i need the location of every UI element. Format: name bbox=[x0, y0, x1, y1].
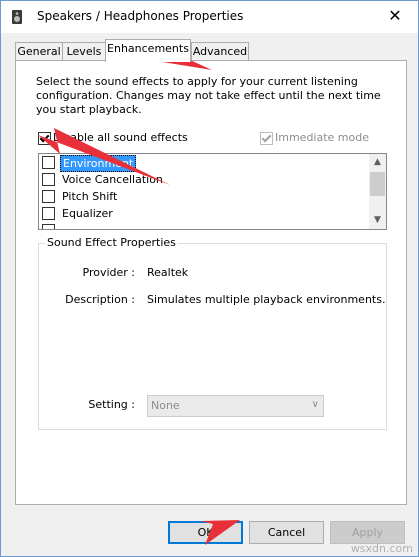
close-button[interactable]: ✕ bbox=[372, 1, 418, 33]
tab-levels[interactable]: Levels bbox=[62, 42, 106, 61]
environment-checkbox[interactable] bbox=[42, 156, 55, 169]
list-item-environment[interactable]: Environment bbox=[39, 154, 369, 172]
tab-strip: General Levels Enhancements Advanced bbox=[15, 39, 407, 62]
list-item-label: Environment bbox=[60, 155, 137, 172]
disable-all-label[interactable]: Disable all sound effects bbox=[53, 131, 188, 144]
setting-select-value: None bbox=[151, 399, 180, 412]
description-value: Simulates multiple playback environments… bbox=[147, 293, 386, 306]
cancel-button[interactable]: Cancel bbox=[249, 521, 324, 544]
tab-advanced[interactable]: Advanced bbox=[191, 42, 249, 61]
window-title: Speakers / Headphones Properties bbox=[37, 9, 244, 23]
properties-dialog: Speakers / Headphones Properties ✕ Gener… bbox=[0, 0, 419, 557]
setting-label: Setting : bbox=[88, 398, 135, 411]
title-bar: Speakers / Headphones Properties ✕ bbox=[1, 1, 418, 33]
equalizer-checkbox[interactable] bbox=[42, 207, 55, 220]
enhancements-description: Select the sound effects to apply for yo… bbox=[36, 75, 381, 116]
chevron-down-icon: ∨ bbox=[311, 399, 319, 410]
disable-all-checkbox[interactable] bbox=[38, 132, 51, 145]
sound-effect-properties-group: Sound Effect Properties Provider : Realt… bbox=[38, 236, 387, 430]
immediate-mode-checkbox[interactable] bbox=[260, 132, 273, 145]
description-label: Description : bbox=[65, 293, 135, 306]
voice-cancellation-checkbox[interactable] bbox=[42, 173, 55, 186]
list-item-pitch-shift[interactable]: Pitch Shift bbox=[39, 188, 369, 205]
provider-value: Realtek bbox=[147, 266, 189, 279]
list-scrollbar[interactable]: ▲ ▼ bbox=[369, 154, 386, 229]
speaker-icon bbox=[12, 10, 22, 24]
apply-button[interactable]: Apply bbox=[330, 521, 405, 544]
setting-select[interactable]: None ∨ bbox=[147, 395, 324, 417]
tab-general[interactable]: General bbox=[15, 42, 63, 61]
scroll-down-icon[interactable]: ▼ bbox=[369, 212, 386, 229]
pitch-shift-checkbox[interactable] bbox=[42, 190, 55, 203]
close-icon: ✕ bbox=[388, 6, 402, 25]
watermark-text: wsxdn.com bbox=[350, 542, 413, 555]
list-item-equalizer[interactable]: Equalizer bbox=[39, 205, 369, 222]
list-item-label: Equalizer bbox=[62, 207, 113, 220]
enhancements-panel: Select the sound effects to apply for yo… bbox=[15, 60, 407, 505]
list-item-partial[interactable] bbox=[39, 222, 369, 229]
list-item-label: Pitch Shift bbox=[62, 190, 118, 203]
ok-button[interactable]: OK bbox=[168, 521, 243, 544]
tab-enhancements[interactable]: Enhancements bbox=[105, 39, 191, 62]
scroll-thumb[interactable] bbox=[370, 172, 385, 196]
list-item-voice-cancellation[interactable]: Voice Cancellation bbox=[39, 171, 369, 188]
immediate-mode-label[interactable]: Immediate mode bbox=[275, 131, 369, 144]
list-item-label: Voice Cancellation bbox=[62, 173, 163, 186]
scroll-up-icon[interactable]: ▲ bbox=[369, 154, 386, 171]
provider-label: Provider : bbox=[82, 266, 136, 279]
partial-item-checkbox[interactable] bbox=[42, 224, 55, 229]
sound-effects-list[interactable]: Environment Voice Cancellation Pitch Shi… bbox=[38, 153, 387, 230]
group-title: Sound Effect Properties bbox=[45, 236, 178, 249]
